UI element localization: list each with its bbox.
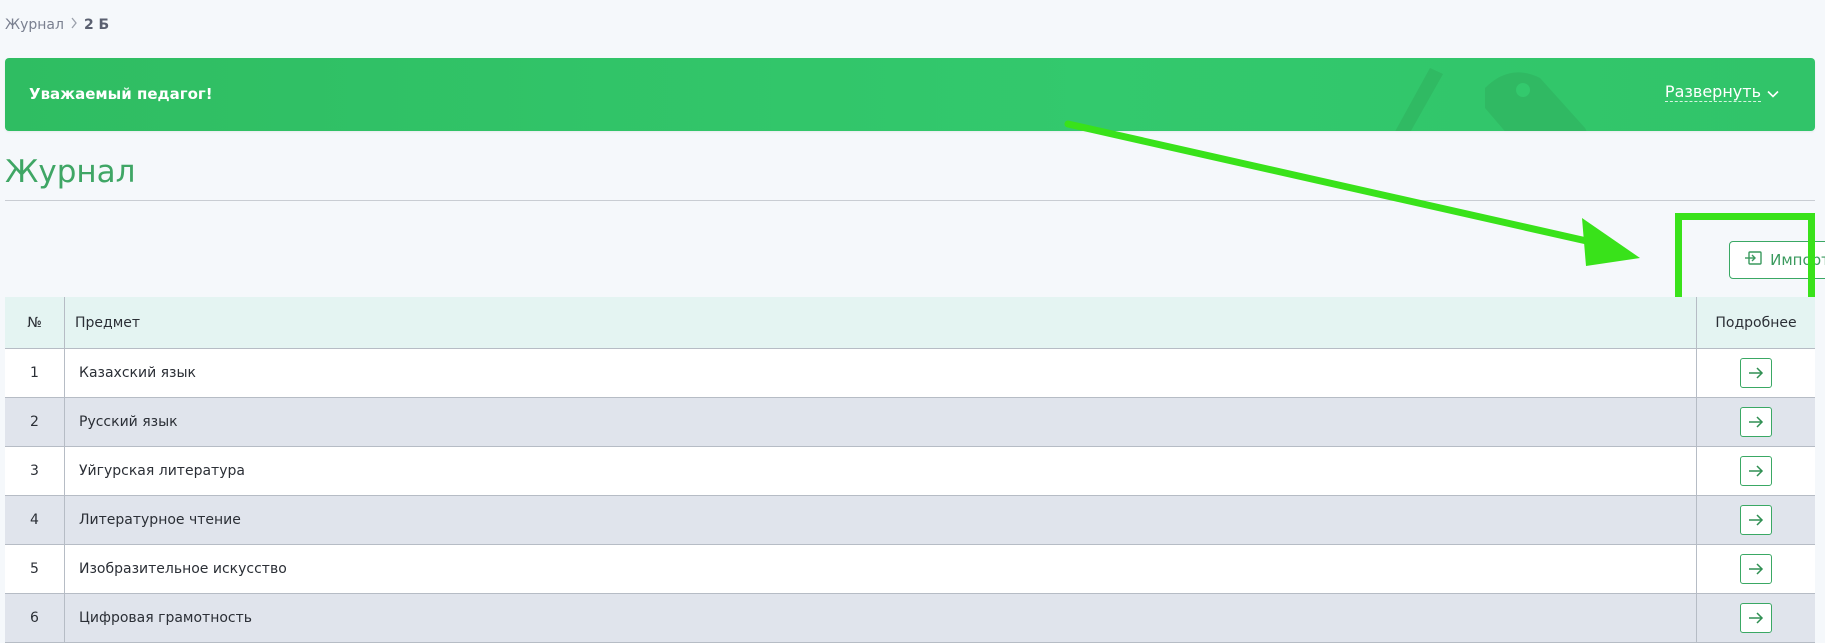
row-number: 2 [5,398,65,446]
import-icon [1744,251,1762,269]
table-row: 6 Цифровая грамотность [5,594,1815,643]
row-details-cell [1697,349,1815,397]
open-details-button[interactable] [1740,505,1772,535]
table-header: № Предмет Подробнее [5,297,1815,349]
row-details-cell [1697,594,1815,642]
row-subject: Литературное чтение [65,496,1697,544]
page-title: Журнал [5,154,136,190]
open-details-button[interactable] [1740,456,1772,486]
chevron-down-icon [1767,83,1779,102]
table-row: 5 Изобразительное искусство [5,545,1815,594]
import-button[interactable]: Импорт [1729,241,1825,279]
row-subject: Изобразительное искусство [65,545,1697,593]
row-number: 1 [5,349,65,397]
row-subject: Русский язык [65,398,1697,446]
open-details-button[interactable] [1740,407,1772,437]
row-subject: Уйгурская литература [65,447,1697,495]
breadcrumb-current: 2 Б [83,17,110,33]
title-divider [5,200,1815,201]
arrow-right-icon [1749,563,1764,575]
notice-banner: Уважаемый педагог! Развернуть [5,58,1815,131]
row-details-cell [1697,447,1815,495]
arrow-right-icon [1749,367,1764,379]
row-number: 3 [5,447,65,495]
row-number: 4 [5,496,65,544]
import-button-label: Импорт [1770,251,1825,269]
breadcrumb-journal-link[interactable]: Журнал [5,17,64,33]
header-number: № [5,297,65,348]
row-subject: Казахский язык [65,349,1697,397]
arrow-right-icon [1749,416,1764,428]
row-details-cell [1697,496,1815,544]
row-details-cell [1697,398,1815,446]
row-subject: Цифровая грамотность [65,594,1697,642]
arrow-right-icon [1749,612,1764,624]
row-number: 6 [5,594,65,642]
header-subject: Предмет [65,297,1697,348]
banner-expand-button[interactable]: Развернуть [1664,82,1779,102]
table-row: 3 Уйгурская литература [5,447,1815,496]
banner-expand-label: Развернуть [1664,82,1761,102]
open-details-button[interactable] [1740,358,1772,388]
row-number: 5 [5,545,65,593]
table-row: 4 Литературное чтение [5,496,1815,545]
arrow-right-icon [1749,465,1764,477]
table-row: 2 Русский язык [5,398,1815,447]
breadcrumb: Журнал 2 Б [5,17,109,33]
open-details-button[interactable] [1740,603,1772,633]
banner-title: Уважаемый педагог! [29,85,213,103]
banner-decoration-icon [1395,68,1587,131]
chevron-right-icon [70,17,78,33]
subjects-table: № Предмет Подробнее 1 Казахский язык 2 Р… [5,297,1815,643]
table-row: 1 Казахский язык [5,349,1815,398]
open-details-button[interactable] [1740,554,1772,584]
arrow-right-icon [1749,514,1764,526]
row-details-cell [1697,545,1815,593]
header-details: Подробнее [1715,314,1797,331]
